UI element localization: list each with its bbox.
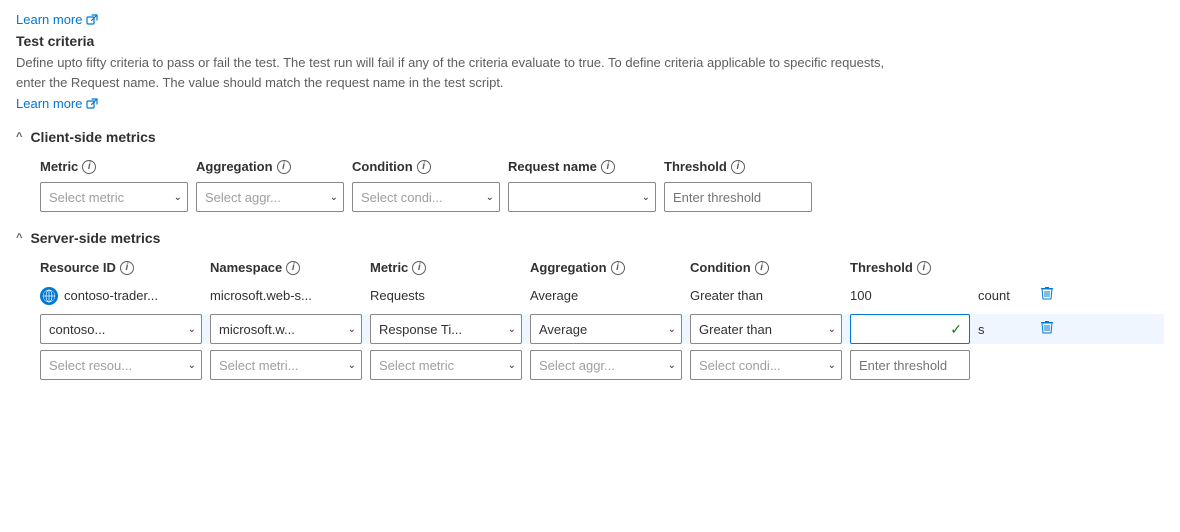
ss-empty-namespace-select[interactable]: Select metri... [210,350,362,380]
cs-condition-select[interactable]: Select condi... [352,182,500,212]
client-side-col-headers: Metric i Aggregation i Condition i Reque… [40,159,1164,174]
ss-metric-info-icon[interactable]: i [412,261,426,275]
ss-threshold-header: Threshold i [850,260,970,275]
ss-edit-condition-wrapper: Greater than ⌄ [690,314,842,344]
top-learn-more-link[interactable]: Learn more [16,12,98,27]
ss-empty-aggregation-wrapper: Select aggr... ⌄ [530,350,682,380]
client-side-chevron-icon: ^ [16,131,22,143]
client-side-row-1: Select metric ⌄ Select aggr... ⌄ Select … [40,182,1164,212]
server-side-col-headers: Resource ID i Namespace i Metric i Aggre… [40,260,1164,275]
cs-reqname-select-wrapper: ⌄ [508,182,656,212]
server-side-section: ^ Server-side metrics Resource ID i Name… [16,230,1164,380]
cs-metric-select[interactable]: Select metric [40,182,188,212]
ss-empty-namespace-wrapper: Select metri... ⌄ [210,350,362,380]
ss-static-delete[interactable] [1032,285,1062,306]
ss-edit-aggregation-wrapper: Average ⌄ [530,314,682,344]
ss-edit-condition-select[interactable]: Greater than [690,314,842,344]
ss-condition-header: Condition i [690,260,842,275]
ss-edit-namespace-wrapper: microsoft.w... ⌄ [210,314,362,344]
description-text: Define upto fifty criteria to pass or fa… [16,53,916,92]
server-side-section-header[interactable]: ^ Server-side metrics [16,230,1164,246]
delete-icon[interactable] [1039,285,1055,306]
ss-empty-aggregation-select[interactable]: Select aggr... [530,350,682,380]
server-side-static-row: contoso-trader... microsoft.web-s... Req… [40,283,1164,308]
ss-static-aggregation: Average [530,288,682,303]
external-link-icon-2 [86,98,98,110]
ss-empty-metric-select[interactable]: Select metric [370,350,522,380]
cs-threshold-input[interactable] [664,182,812,212]
bottom-learn-more-label: Learn more [16,96,82,111]
cs-aggregation-info-icon[interactable]: i [277,160,291,174]
ss-metric-header: Metric i [370,260,522,275]
page-title: Test criteria [16,33,1164,49]
ss-edit-metric-wrapper: Response Ti... ⌄ [370,314,522,344]
check-icon: ✓ [950,321,962,338]
ss-edit-resource-wrapper: contoso... ⌄ [40,314,202,344]
ss-static-threshold: 100 [850,288,970,303]
ss-namespace-header: Namespace i [210,260,362,275]
cs-reqname-select[interactable] [508,182,656,212]
ss-resource-header: Resource ID i [40,260,202,275]
ss-static-metric: Requests [370,288,522,303]
ss-empty-condition-wrapper: Select condi... ⌄ [690,350,842,380]
ss-edit-delete[interactable] [1032,319,1062,340]
ss-static-metric-value: Requests [370,288,425,303]
ss-resource-info-icon[interactable]: i [120,261,134,275]
cs-condition-info-icon[interactable]: i [417,160,431,174]
cs-threshold-header: Threshold i [664,159,812,174]
cs-aggregation-select-wrapper: Select aggr... ⌄ [196,182,344,212]
client-side-section: ^ Client-side metrics Metric i Aggregati… [16,129,1164,212]
cs-metric-info-icon[interactable]: i [82,160,96,174]
ss-empty-resource-select[interactable]: Select resou... [40,350,202,380]
client-side-table: Metric i Aggregation i Condition i Reque… [16,159,1164,212]
ss-static-namespace: microsoft.web-s... [210,288,362,303]
bottom-learn-more-link[interactable]: Learn more [16,96,98,111]
ss-static-aggregation-value: Average [530,288,578,303]
ss-static-unit: count [978,288,1028,303]
server-side-edit-row: contoso... ⌄ microsoft.w... ⌄ Response T… [40,314,1164,344]
cs-metric-header: Metric i [40,159,188,174]
globe-icon [40,287,58,305]
ss-condition-info-icon[interactable]: i [755,261,769,275]
ss-edit-resource-select[interactable]: contoso... [40,314,202,344]
cs-reqname-info-icon[interactable]: i [601,160,615,174]
external-link-icon [86,14,98,26]
cs-aggregation-select[interactable]: Select aggr... [196,182,344,212]
top-learn-more-label: Learn more [16,12,82,27]
cs-aggregation-header: Aggregation i [196,159,344,174]
cs-threshold-info-icon[interactable]: i [731,160,745,174]
ss-empty-resource-wrapper: Select resou... ⌄ [40,350,202,380]
server-side-chevron-icon: ^ [16,232,22,244]
server-side-empty-row: Select resou... ⌄ Select metri... ⌄ Sele… [40,350,1164,380]
server-side-section-title: Server-side metrics [30,230,160,246]
ss-static-resource: contoso-trader... [40,287,202,305]
cs-reqname-header: Request name i [508,159,656,174]
ss-edit-metric-select[interactable]: Response Ti... [370,314,522,344]
ss-static-namespace-value: microsoft.web-s... [210,288,312,303]
ss-static-condition-value: Greater than [690,288,763,303]
ss-empty-condition-select[interactable]: Select condi... [690,350,842,380]
ss-aggregation-header: Aggregation i [530,260,682,275]
ss-edit-threshold-wrapper: 1 ✓ [850,314,970,344]
ss-threshold-info-icon[interactable]: i [917,261,931,275]
cs-metric-select-wrapper: Select metric ⌄ [40,182,188,212]
ss-static-threshold-value: 100 [850,288,872,303]
ss-edit-aggregation-select[interactable]: Average [530,314,682,344]
ss-static-resource-value: contoso-trader... [64,288,158,303]
ss-edit-unit: s [978,322,1028,337]
ss-aggregation-info-icon[interactable]: i [611,261,625,275]
ss-edit-namespace-select[interactable]: microsoft.w... [210,314,362,344]
ss-namespace-info-icon[interactable]: i [286,261,300,275]
ss-empty-threshold-input[interactable] [850,350,970,380]
server-side-table: Resource ID i Namespace i Metric i Aggre… [16,260,1164,380]
cs-condition-select-wrapper: Select condi... ⌄ [352,182,500,212]
cs-condition-header: Condition i [352,159,500,174]
ss-static-condition: Greater than [690,288,842,303]
client-side-section-title: Client-side metrics [30,129,155,145]
delete-icon-edit[interactable] [1039,319,1055,340]
client-side-section-header[interactable]: ^ Client-side metrics [16,129,1164,145]
ss-empty-metric-wrapper: Select metric ⌄ [370,350,522,380]
